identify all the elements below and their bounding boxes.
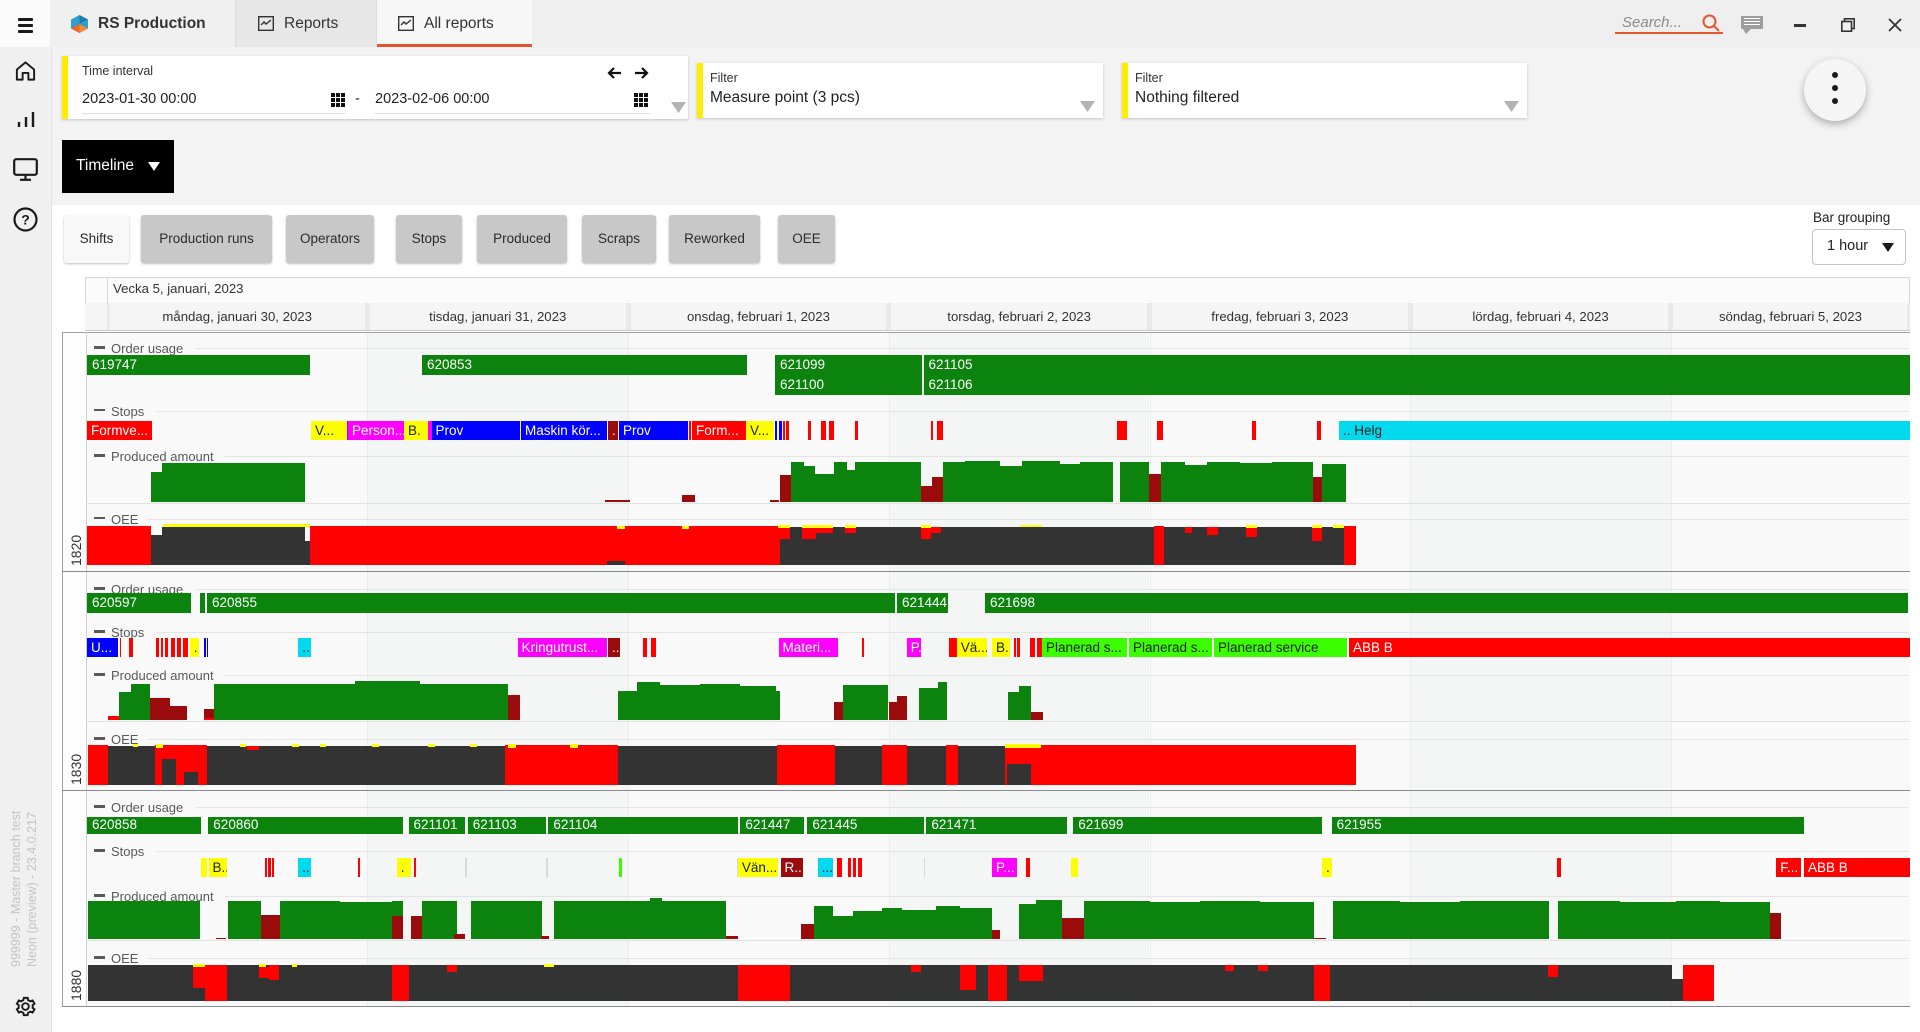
svg-text:?: ? bbox=[21, 212, 30, 228]
